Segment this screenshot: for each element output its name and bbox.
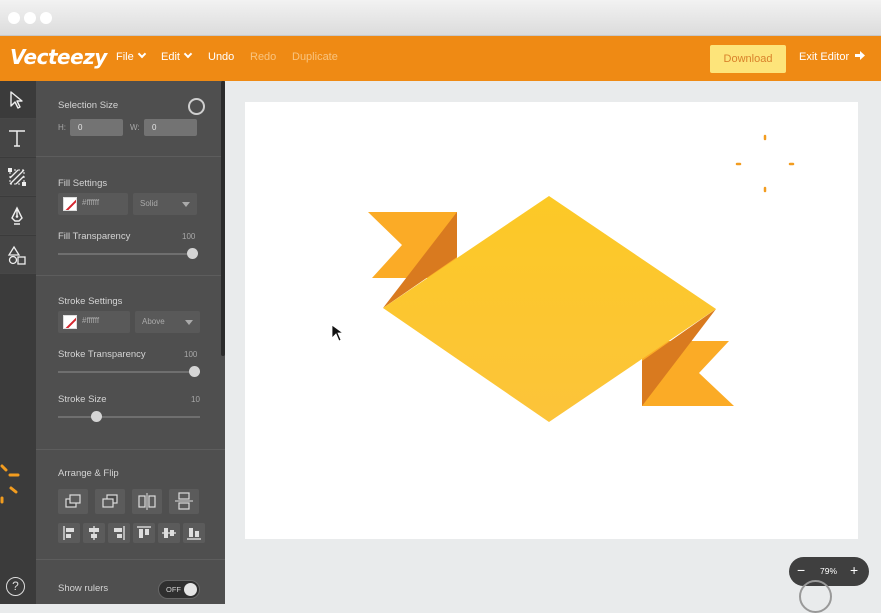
fill-color-swatch bbox=[63, 197, 77, 211]
stroke-size-track[interactable] bbox=[58, 416, 200, 418]
window-titlebar bbox=[0, 0, 881, 36]
window-close-dot[interactable] bbox=[8, 12, 20, 24]
fill-transparency-label: Fill Transparency bbox=[58, 231, 131, 242]
align-top-button[interactable] bbox=[133, 523, 155, 543]
fill-settings-title: Fill Settings bbox=[58, 178, 108, 189]
lock-ratio-toggle[interactable] bbox=[188, 98, 205, 115]
send-backward-icon bbox=[102, 494, 118, 508]
flip-vertical-button[interactable] bbox=[169, 489, 199, 514]
properties-panel: Selection Size H: 0 W: 0 Fill Settings #… bbox=[36, 81, 225, 604]
fill-color-picker[interactable]: #ffffff bbox=[58, 193, 128, 215]
loading-spinner-icon bbox=[0, 464, 20, 504]
stroke-settings-title: Stroke Settings bbox=[58, 296, 123, 307]
flip-horizontal-button[interactable] bbox=[132, 489, 162, 514]
download-button[interactable]: Download bbox=[710, 45, 786, 73]
stroke-settings-section: Stroke Settings #ffffff Above Stroke Tra… bbox=[36, 276, 225, 450]
fill-transparency-value: 100 bbox=[182, 232, 196, 241]
edit-menu[interactable]: Edit bbox=[161, 49, 193, 63]
stroke-transparency-track[interactable] bbox=[58, 371, 200, 373]
align-bottom-icon bbox=[187, 528, 201, 540]
pen-icon bbox=[11, 206, 23, 225]
arrange-flip-section: Arrange & Flip bbox=[36, 450, 225, 560]
stroke-size-value: 10 bbox=[191, 395, 200, 404]
chevron-down-icon bbox=[183, 49, 193, 59]
fill-transparency-track[interactable] bbox=[58, 253, 198, 255]
stroke-transparency-label: Stroke Transparency bbox=[58, 349, 146, 360]
toggle-knob bbox=[184, 583, 197, 596]
top-toolbar: Vecteezy File Edit Undo Redo Duplicate D… bbox=[0, 36, 881, 81]
align-middle-vertical-icon bbox=[162, 528, 176, 538]
bring-forward-icon bbox=[65, 494, 81, 508]
transform-icon bbox=[8, 168, 26, 186]
stroke-size-slider[interactable] bbox=[91, 411, 102, 422]
zoom-level: 79% bbox=[820, 566, 838, 576]
undo-button[interactable]: Undo bbox=[208, 51, 234, 63]
exit-editor-label: Exit Editor bbox=[799, 51, 850, 63]
align-top-icon bbox=[137, 526, 151, 538]
show-rulers-label: Show rulers bbox=[58, 583, 109, 594]
arrow-right-icon bbox=[855, 51, 866, 60]
selection-size-section: Selection Size H: 0 W: 0 bbox=[36, 81, 225, 157]
height-input[interactable]: 0 bbox=[70, 119, 123, 136]
width-label: W: bbox=[130, 123, 140, 132]
align-right-icon bbox=[114, 526, 125, 540]
select-tool[interactable] bbox=[0, 81, 36, 119]
fill-mode-select[interactable]: Solid bbox=[133, 193, 197, 215]
bring-forward-button[interactable] bbox=[58, 489, 88, 514]
flip-vertical-icon bbox=[175, 492, 193, 510]
zoom-control: − 79% + bbox=[789, 557, 869, 586]
show-rulers-toggle[interactable]: OFF bbox=[158, 580, 200, 599]
pen-tool[interactable] bbox=[0, 197, 36, 235]
chevron-down-icon bbox=[137, 49, 146, 59]
artboard[interactable] bbox=[245, 102, 858, 539]
send-backward-button[interactable] bbox=[95, 489, 125, 514]
arrange-flip-title: Arrange & Flip bbox=[58, 468, 119, 479]
ribbon-artwork[interactable] bbox=[245, 102, 858, 539]
vecteezy-logo[interactable]: Vecteezy bbox=[10, 45, 107, 69]
mouse-cursor-icon bbox=[331, 324, 345, 342]
cursor-highlight-circle bbox=[799, 580, 832, 613]
fill-settings-section: Fill Settings #ffffff Solid Fill Transpa… bbox=[36, 157, 225, 276]
duplicate-button[interactable]: Duplicate bbox=[292, 51, 338, 63]
redo-button[interactable]: Redo bbox=[250, 51, 276, 63]
align-center-horizontal-button[interactable] bbox=[83, 523, 105, 543]
text-icon bbox=[9, 130, 25, 147]
stroke-position-select[interactable]: Above bbox=[135, 311, 200, 333]
file-menu-label: File bbox=[116, 51, 134, 63]
stroke-color-value: #ffffff bbox=[82, 316, 100, 325]
selection-size-title: Selection Size bbox=[58, 100, 119, 111]
transform-tool[interactable] bbox=[0, 158, 36, 196]
tool-rail: ? bbox=[0, 81, 36, 604]
text-tool[interactable] bbox=[0, 119, 36, 157]
zoom-in-button[interactable]: + bbox=[850, 562, 858, 578]
align-middle-vertical-button[interactable] bbox=[158, 523, 180, 543]
sparkle-icon bbox=[735, 134, 795, 193]
align-bottom-button[interactable] bbox=[183, 523, 205, 543]
shapes-icon bbox=[7, 245, 26, 265]
stroke-transparency-slider[interactable] bbox=[189, 366, 200, 377]
exit-editor-button[interactable]: Exit Editor bbox=[799, 51, 866, 63]
height-label: H: bbox=[58, 123, 66, 132]
flip-horizontal-icon bbox=[138, 493, 156, 510]
align-right-button[interactable] bbox=[108, 523, 130, 543]
width-input[interactable]: 0 bbox=[144, 119, 197, 136]
stroke-color-swatch bbox=[63, 315, 77, 329]
edit-menu-label: Edit bbox=[161, 51, 180, 63]
fill-color-value: #ffffff bbox=[82, 198, 100, 207]
align-left-icon bbox=[63, 526, 74, 540]
window-maximize-dot[interactable] bbox=[40, 12, 52, 24]
show-rulers-state: OFF bbox=[166, 585, 181, 594]
window-minimize-dot[interactable] bbox=[24, 12, 36, 24]
pointer-icon bbox=[10, 91, 23, 109]
align-center-horizontal-icon bbox=[89, 526, 99, 540]
shapes-tool[interactable] bbox=[0, 236, 36, 274]
fill-transparency-slider[interactable] bbox=[187, 248, 198, 259]
align-left-button[interactable] bbox=[58, 523, 80, 543]
stroke-size-label: Stroke Size bbox=[58, 394, 107, 405]
stroke-color-picker[interactable]: #ffffff bbox=[58, 311, 130, 333]
file-menu[interactable]: File bbox=[116, 49, 146, 63]
stroke-transparency-value: 100 bbox=[184, 350, 198, 359]
help-button[interactable]: ? bbox=[6, 577, 25, 596]
zoom-out-button[interactable]: − bbox=[797, 562, 805, 578]
